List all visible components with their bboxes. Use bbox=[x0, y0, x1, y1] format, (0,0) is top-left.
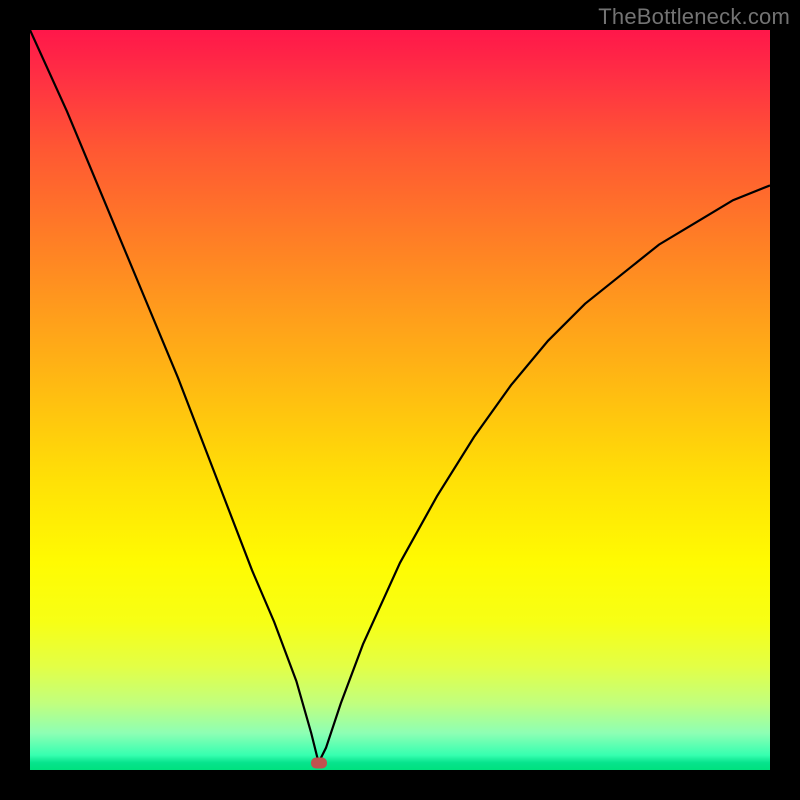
optimal-point-marker bbox=[311, 757, 327, 768]
bottleneck-curve bbox=[30, 30, 770, 770]
watermark-text: TheBottleneck.com bbox=[598, 4, 790, 30]
chart-frame: TheBottleneck.com bbox=[0, 0, 800, 800]
plot-area bbox=[30, 30, 770, 770]
